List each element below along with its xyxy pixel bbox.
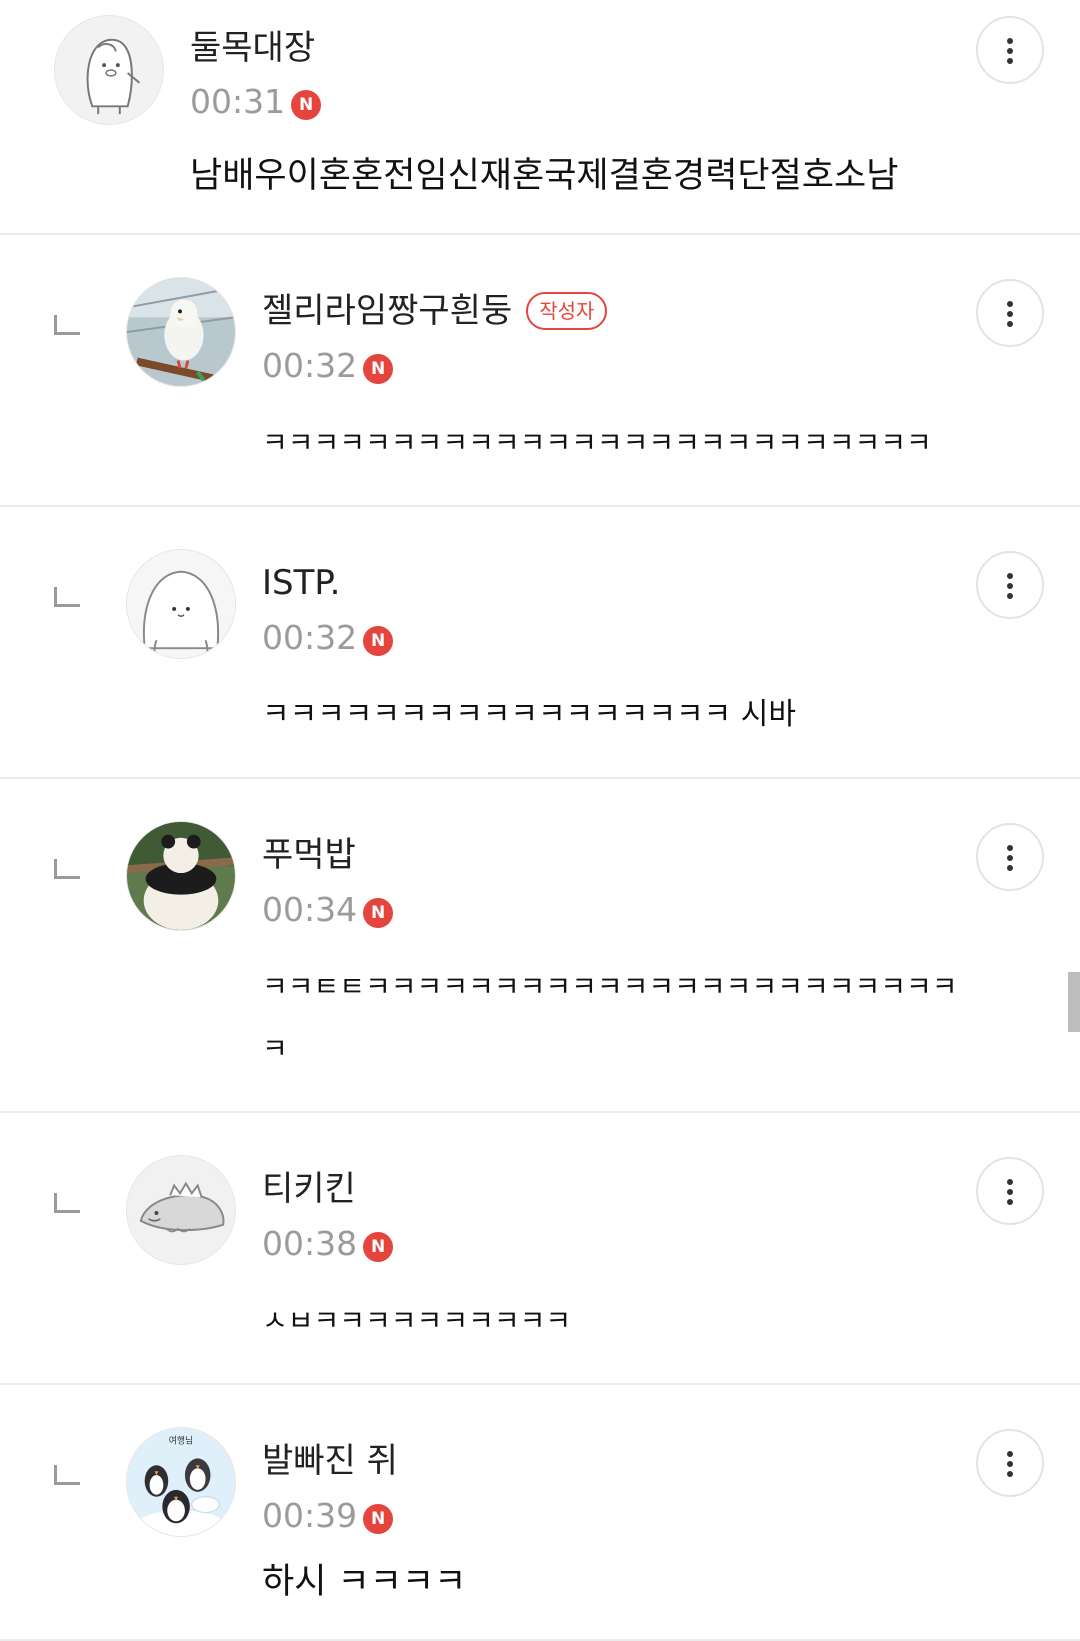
reply-indent-icon bbox=[54, 587, 80, 607]
reply-indent-icon bbox=[54, 1193, 80, 1213]
comment-text: 남배우이혼혼전임신재혼국제결혼경력단절호소남 bbox=[190, 156, 899, 196]
comment-item: 푸먹밥 00:34 N ㅋㅋㅌㅌㅋㅋㅋㅋㅋㅋㅋㅋㅋㅋㅋㅋㅋㅋㅋㅋㅋㅋㅋㅋㅋㅋㅋㅋ bbox=[0, 779, 1080, 1113]
seal-sketch-avatar[interactable] bbox=[126, 549, 236, 659]
comment-nickname[interactable]: 둘목대장 bbox=[190, 28, 315, 68]
new-badge: N bbox=[291, 90, 322, 120]
penguin-toys-avatar[interactable]: 여행님 bbox=[126, 1427, 236, 1537]
comment-nickname[interactable]: 푸먹밥 bbox=[262, 835, 356, 875]
more-options-button[interactable] bbox=[976, 279, 1044, 347]
panda-photo-avatar[interactable] bbox=[126, 821, 236, 931]
vertical-dots-icon bbox=[1007, 301, 1013, 307]
comment-time: 00:32 N bbox=[262, 618, 394, 658]
dinosaur-sketch-avatar[interactable] bbox=[126, 1155, 236, 1265]
penguin-sketch-avatar[interactable] bbox=[54, 15, 164, 125]
vertical-dots-icon bbox=[1007, 573, 1013, 579]
comment-time: 00:38 N bbox=[262, 1224, 394, 1264]
new-badge: N bbox=[363, 354, 394, 384]
comment-item: 둘목대장 00:31 N 남배우이혼혼전임신재혼국제결혼경력단절호소남 bbox=[0, 0, 1080, 235]
new-badge: N bbox=[363, 626, 394, 656]
comment-item: ISTP. 00:32 N ㅋㅋㅋㅋㅋㅋㅋㅋㅋㅋㅋㅋㅋㅋㅋㅋㅋ 시바 bbox=[0, 507, 1080, 779]
comment-item: 여행님 발빠진 쥐 00:39 N 하시 ㅋㅋㅋㅋ bbox=[0, 1385, 1080, 1641]
reply-indent-icon bbox=[54, 859, 80, 879]
avatar-label: 여행님 bbox=[169, 1435, 193, 1447]
comment-nickname[interactable]: 젤리라임짱구흰둥 작성자 bbox=[262, 291, 608, 331]
more-options-button[interactable] bbox=[976, 1429, 1044, 1497]
more-options-button[interactable] bbox=[976, 1157, 1044, 1225]
new-badge: N bbox=[363, 1504, 394, 1534]
new-badge: N bbox=[363, 1232, 394, 1262]
comment-time: 00:34 N bbox=[262, 890, 394, 930]
more-options-button[interactable] bbox=[976, 551, 1044, 619]
comment-time: 00:31 N bbox=[190, 82, 322, 122]
vertical-dots-icon bbox=[1007, 845, 1013, 851]
comment-text: 하시 ㅋㅋㅋㅋ bbox=[262, 1562, 467, 1602]
comment-item: 젤리라임짱구흰둥 작성자 00:32 N ㅋㅋㅋㅋㅋㅋㅋㅋㅋㅋㅋㅋㅋㅋㅋㅋㅋㅋㅋㅋㅋ… bbox=[0, 235, 1080, 507]
comment-list-page: 둘목대장 00:31 N 남배우이혼혼전임신재혼국제결혼경력단절호소남 젤리라임… bbox=[0, 0, 1080, 1641]
comment-item: 티키킨 00:38 N ㅅㅂㅋㅋㅋㅋㅋㅋㅋㅋㅋㅋ bbox=[0, 1113, 1080, 1385]
comment-time: 00:32 N bbox=[262, 346, 394, 386]
comment-text: ㅅㅂㅋㅋㅋㅋㅋㅋㅋㅋㅋㅋ bbox=[262, 1304, 572, 1337]
author-badge: 작성자 bbox=[526, 292, 608, 330]
comment-text: ㅋㅋㅋㅋㅋㅋㅋㅋㅋㅋㅋㅋㅋㅋㅋㅋㅋ 시바 bbox=[262, 697, 796, 732]
more-options-button[interactable] bbox=[976, 16, 1044, 84]
vertical-dots-icon bbox=[1007, 38, 1013, 44]
reply-indent-icon bbox=[54, 1465, 80, 1485]
vertical-dots-icon bbox=[1007, 1451, 1013, 1457]
comment-text: ㅋㅋㅋㅋㅋㅋㅋㅋㅋㅋㅋㅋㅋㅋㅋㅋㅋㅋㅋㅋㅋㅋㅋㅋㅋㅋ bbox=[262, 426, 932, 459]
comment-text: ㅋㅋㅌㅌㅋㅋㅋㅋㅋㅋㅋㅋㅋㅋㅋㅋㅋㅋㅋㅋㅋㅋㅋㅋㅋㅋㅋㅋ bbox=[262, 970, 958, 1065]
reply-indent-icon bbox=[54, 315, 80, 335]
comment-time: 00:39 N bbox=[262, 1496, 394, 1536]
comment-nickname[interactable]: 발빠진 쥐 bbox=[262, 1441, 398, 1481]
comment-nickname[interactable]: ISTP. bbox=[262, 563, 340, 603]
vertical-dots-icon bbox=[1007, 1179, 1013, 1185]
more-options-button[interactable] bbox=[976, 823, 1044, 891]
parrot-photo-avatar[interactable] bbox=[126, 277, 236, 387]
comment-nickname[interactable]: 티키킨 bbox=[262, 1169, 356, 1209]
new-badge: N bbox=[363, 898, 394, 928]
scrollbar-thumb[interactable] bbox=[1068, 972, 1080, 1032]
